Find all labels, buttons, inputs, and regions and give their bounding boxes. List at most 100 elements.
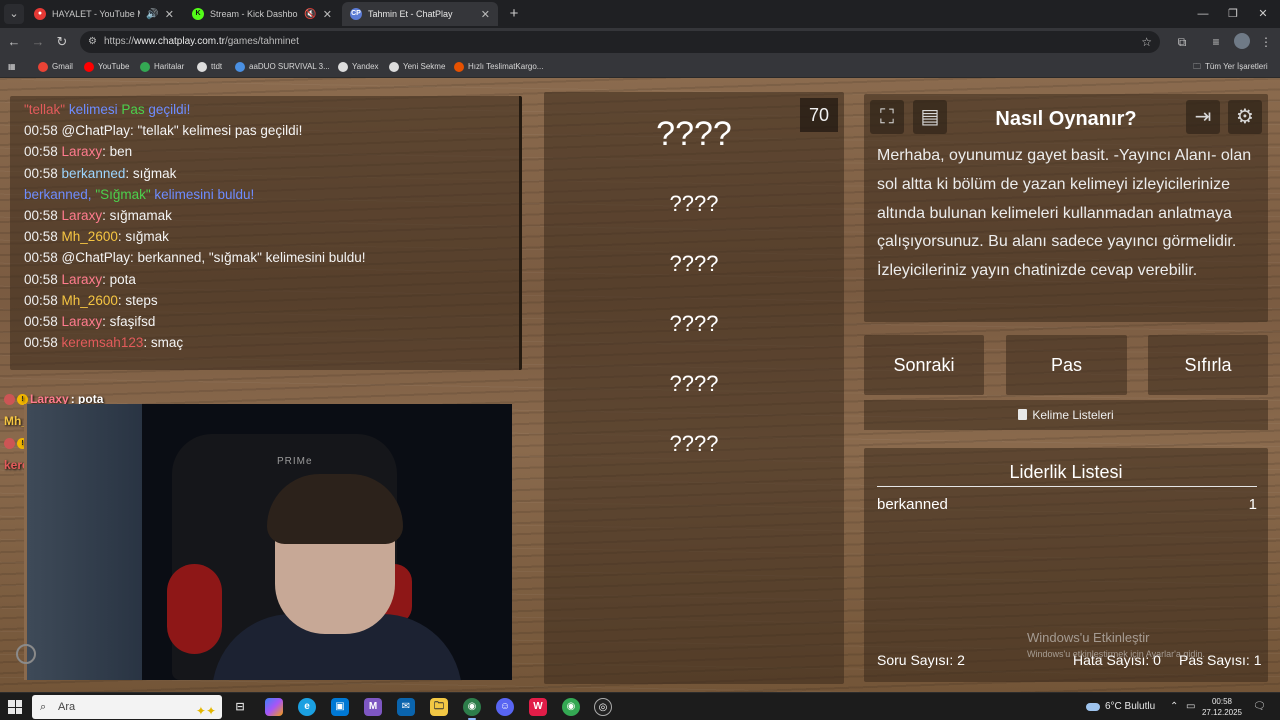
chat-segment: 00:58 xyxy=(24,292,62,308)
chair-brand: PRIMe xyxy=(277,456,313,467)
chat-segment: : "tellak" kelimesi pas geçildi! xyxy=(130,123,303,139)
bookmark-ttdt[interactable]: ttdt xyxy=(197,56,222,78)
bookmark-new-tab[interactable]: Yeni Sekme xyxy=(389,56,445,78)
chat-message: 00:58 Mh_2600: steps xyxy=(24,290,505,311)
extensions-icon[interactable]: ⧉ xyxy=(1172,32,1192,52)
reload-button[interactable]: ↻ xyxy=(52,32,72,52)
task-view-icon[interactable]: ⊟ xyxy=(231,698,249,716)
cloud-icon xyxy=(1086,703,1100,711)
chat-message: 00:58 Mh_2600: sığmak xyxy=(24,226,505,247)
bookmark-label: Hızlı TeslimatKargo... xyxy=(468,62,544,71)
main-word: ???? xyxy=(656,115,732,153)
mail-icon[interactable]: ✉ xyxy=(397,698,415,716)
question-count: Soru Sayısı: 2 xyxy=(877,652,965,668)
bookmark-gmail[interactable]: Gmail xyxy=(38,56,73,78)
bookmark-star-icon[interactable]: ☆ xyxy=(1141,31,1152,53)
url-scheme: https:// xyxy=(104,36,135,47)
chat-segment: kelimesi xyxy=(65,102,122,117)
exit-icon[interactable]: ⇥ xyxy=(1186,100,1220,134)
next-button[interactable]: Sonraki xyxy=(864,335,984,395)
chat-message: 00:58 Laraxy: sfaşifsd xyxy=(24,311,505,332)
chat-message: 00:58 Laraxy: pota xyxy=(24,269,505,290)
chat-segment: : smaç xyxy=(143,335,184,351)
word-lists-button[interactable]: Kelime Listeleri xyxy=(864,400,1268,430)
forward-button[interactable]: → xyxy=(28,32,48,52)
chair-accent xyxy=(167,564,222,654)
leaderboard-title: Liderlik Listesi xyxy=(1009,462,1123,482)
profile-avatar[interactable] xyxy=(1234,33,1250,49)
chat-segment: : pota xyxy=(102,271,136,287)
bookmark-label: Haritalar xyxy=(154,62,185,71)
url-path: /games/tahminet xyxy=(224,36,299,47)
pass-button[interactable]: Pas xyxy=(1006,335,1127,395)
tab-chatplay[interactable]: CP Tahmin Et - ChatPlay ✕ xyxy=(342,2,498,26)
bookmark-duo-survival[interactable]: aaDUO SURVIVAL 3... xyxy=(235,56,330,78)
chrome-icon[interactable]: ◉ xyxy=(463,698,481,720)
close-tab-icon[interactable]: ✕ xyxy=(323,8,332,21)
chrome-icon[interactable]: ◉ xyxy=(562,698,580,716)
chat-segment: keremsah123 xyxy=(61,335,144,351)
notifications-icon[interactable]: 🗨 xyxy=(1253,693,1266,720)
chat-log: "tellak" kelimesi Pas geçildi! 00:58 @Cha… xyxy=(10,96,522,370)
new-tab-button[interactable]: + xyxy=(504,4,524,24)
app-icon[interactable]: W xyxy=(529,698,547,716)
windows-start-icon[interactable] xyxy=(8,700,22,714)
restore-button[interactable]: ❐ xyxy=(1216,0,1250,28)
bookmark-kargo[interactable]: Hızlı TeslimatKargo... xyxy=(454,56,543,78)
chat-segment: Mh_2600 xyxy=(61,292,118,308)
close-tab-icon[interactable]: ✕ xyxy=(481,8,490,21)
chat-segment: 00:58 xyxy=(24,271,62,287)
weather-text: 6°C Bulutlu xyxy=(1105,701,1156,712)
tab-kick-dashboard[interactable]: K Stream - Kick Dashboard 🔇 ✕ xyxy=(184,2,340,26)
bookmark-youtube[interactable]: YouTube xyxy=(84,56,129,78)
gear-icon[interactable]: ⚙ xyxy=(1228,100,1262,134)
how-to-play-text: Merhaba, oyunumuz gayet basit. -Yayıncı … xyxy=(877,147,1252,280)
minimize-button[interactable]: — xyxy=(1186,0,1220,28)
chevron-up-icon[interactable]: ⌃ xyxy=(1170,693,1178,720)
apps-grid-icon[interactable]: ▦ xyxy=(8,56,16,78)
maps-icon xyxy=(140,62,150,72)
copilot-icon[interactable] xyxy=(265,698,283,716)
taskbar-clock[interactable]: 00:58 27.12.2025 xyxy=(1200,696,1244,718)
weather-widget[interactable]: 6°C Bulutlu xyxy=(1086,693,1155,720)
bookmark-label: YouTube xyxy=(98,62,130,71)
site-info-icon[interactable]: ⚙ xyxy=(88,31,97,53)
bookmark-yandex[interactable]: Yandex xyxy=(338,56,379,78)
chat-segment: 00:58 xyxy=(24,208,62,224)
clock-date: 27.12.2025 xyxy=(1201,708,1243,717)
close-window-button[interactable]: ✕ xyxy=(1246,0,1280,28)
bookmark-label: Tüm Yer İşaretleri xyxy=(1205,62,1268,71)
browser-menu-icon[interactable]: ⋮ xyxy=(1256,32,1276,52)
app-icon[interactable]: M xyxy=(364,698,382,716)
site-icon xyxy=(235,62,245,72)
word-lists-label: Kelime Listeleri xyxy=(1032,408,1114,422)
url-host: www.chatplay.com.tr xyxy=(134,36,225,47)
obs-icon[interactable]: ◎ xyxy=(594,698,612,716)
close-tab-icon[interactable]: ✕ xyxy=(165,8,174,21)
tab-youtube-music[interactable]: ● HAYALET - YouTube Music 🔊 ✕ xyxy=(26,2,182,26)
address-bar[interactable]: ⚙ https://www.chatplay.com.tr/games/tahm… xyxy=(80,31,1160,53)
reading-list-icon[interactable]: ≡ xyxy=(1206,32,1226,52)
bookmark-maps[interactable]: Haritalar xyxy=(140,56,184,78)
windows-taskbar: ⌕ Ara ✦✦ ⊟ e ▣ M ✉ 🗀 ◉ ☺ W ◉ ◎ 6°C Bulut… xyxy=(0,692,1280,720)
chat-segment: : berkanned, "sığmak" kelimesini buldu! xyxy=(130,250,366,266)
tab-search-button[interactable]: ⌄ xyxy=(4,4,24,24)
bookmark-label: Gmail xyxy=(52,62,73,71)
discord-icon[interactable]: ☺ xyxy=(496,698,514,716)
all-bookmarks-folder[interactable]: 🗀 Tüm Yer İşaretleri xyxy=(1193,56,1268,78)
back-button[interactable]: ← xyxy=(4,32,24,52)
muted-speaker-icon[interactable]: 🔇 xyxy=(304,9,316,20)
chat-segment: @ChatPlay xyxy=(61,123,131,139)
chat-segment: berkanned xyxy=(61,165,126,181)
edge-icon[interactable]: e xyxy=(298,698,316,716)
chat-segment: 00:58 xyxy=(24,123,62,139)
taskbar-search[interactable]: ⌕ Ara ✦✦ xyxy=(32,695,222,719)
store-icon[interactable]: ▣ xyxy=(331,698,349,716)
network-icon[interactable]: ▭ xyxy=(1186,693,1195,720)
file-explorer-icon[interactable]: 🗀 xyxy=(430,698,448,716)
hidden-word: ???? xyxy=(669,371,719,396)
speaker-icon[interactable]: 🔊 xyxy=(146,9,158,20)
chat-segment: 00:58 xyxy=(24,229,62,245)
leaderboard-divider xyxy=(877,486,1257,487)
reset-button[interactable]: Sıfırla xyxy=(1148,335,1268,395)
